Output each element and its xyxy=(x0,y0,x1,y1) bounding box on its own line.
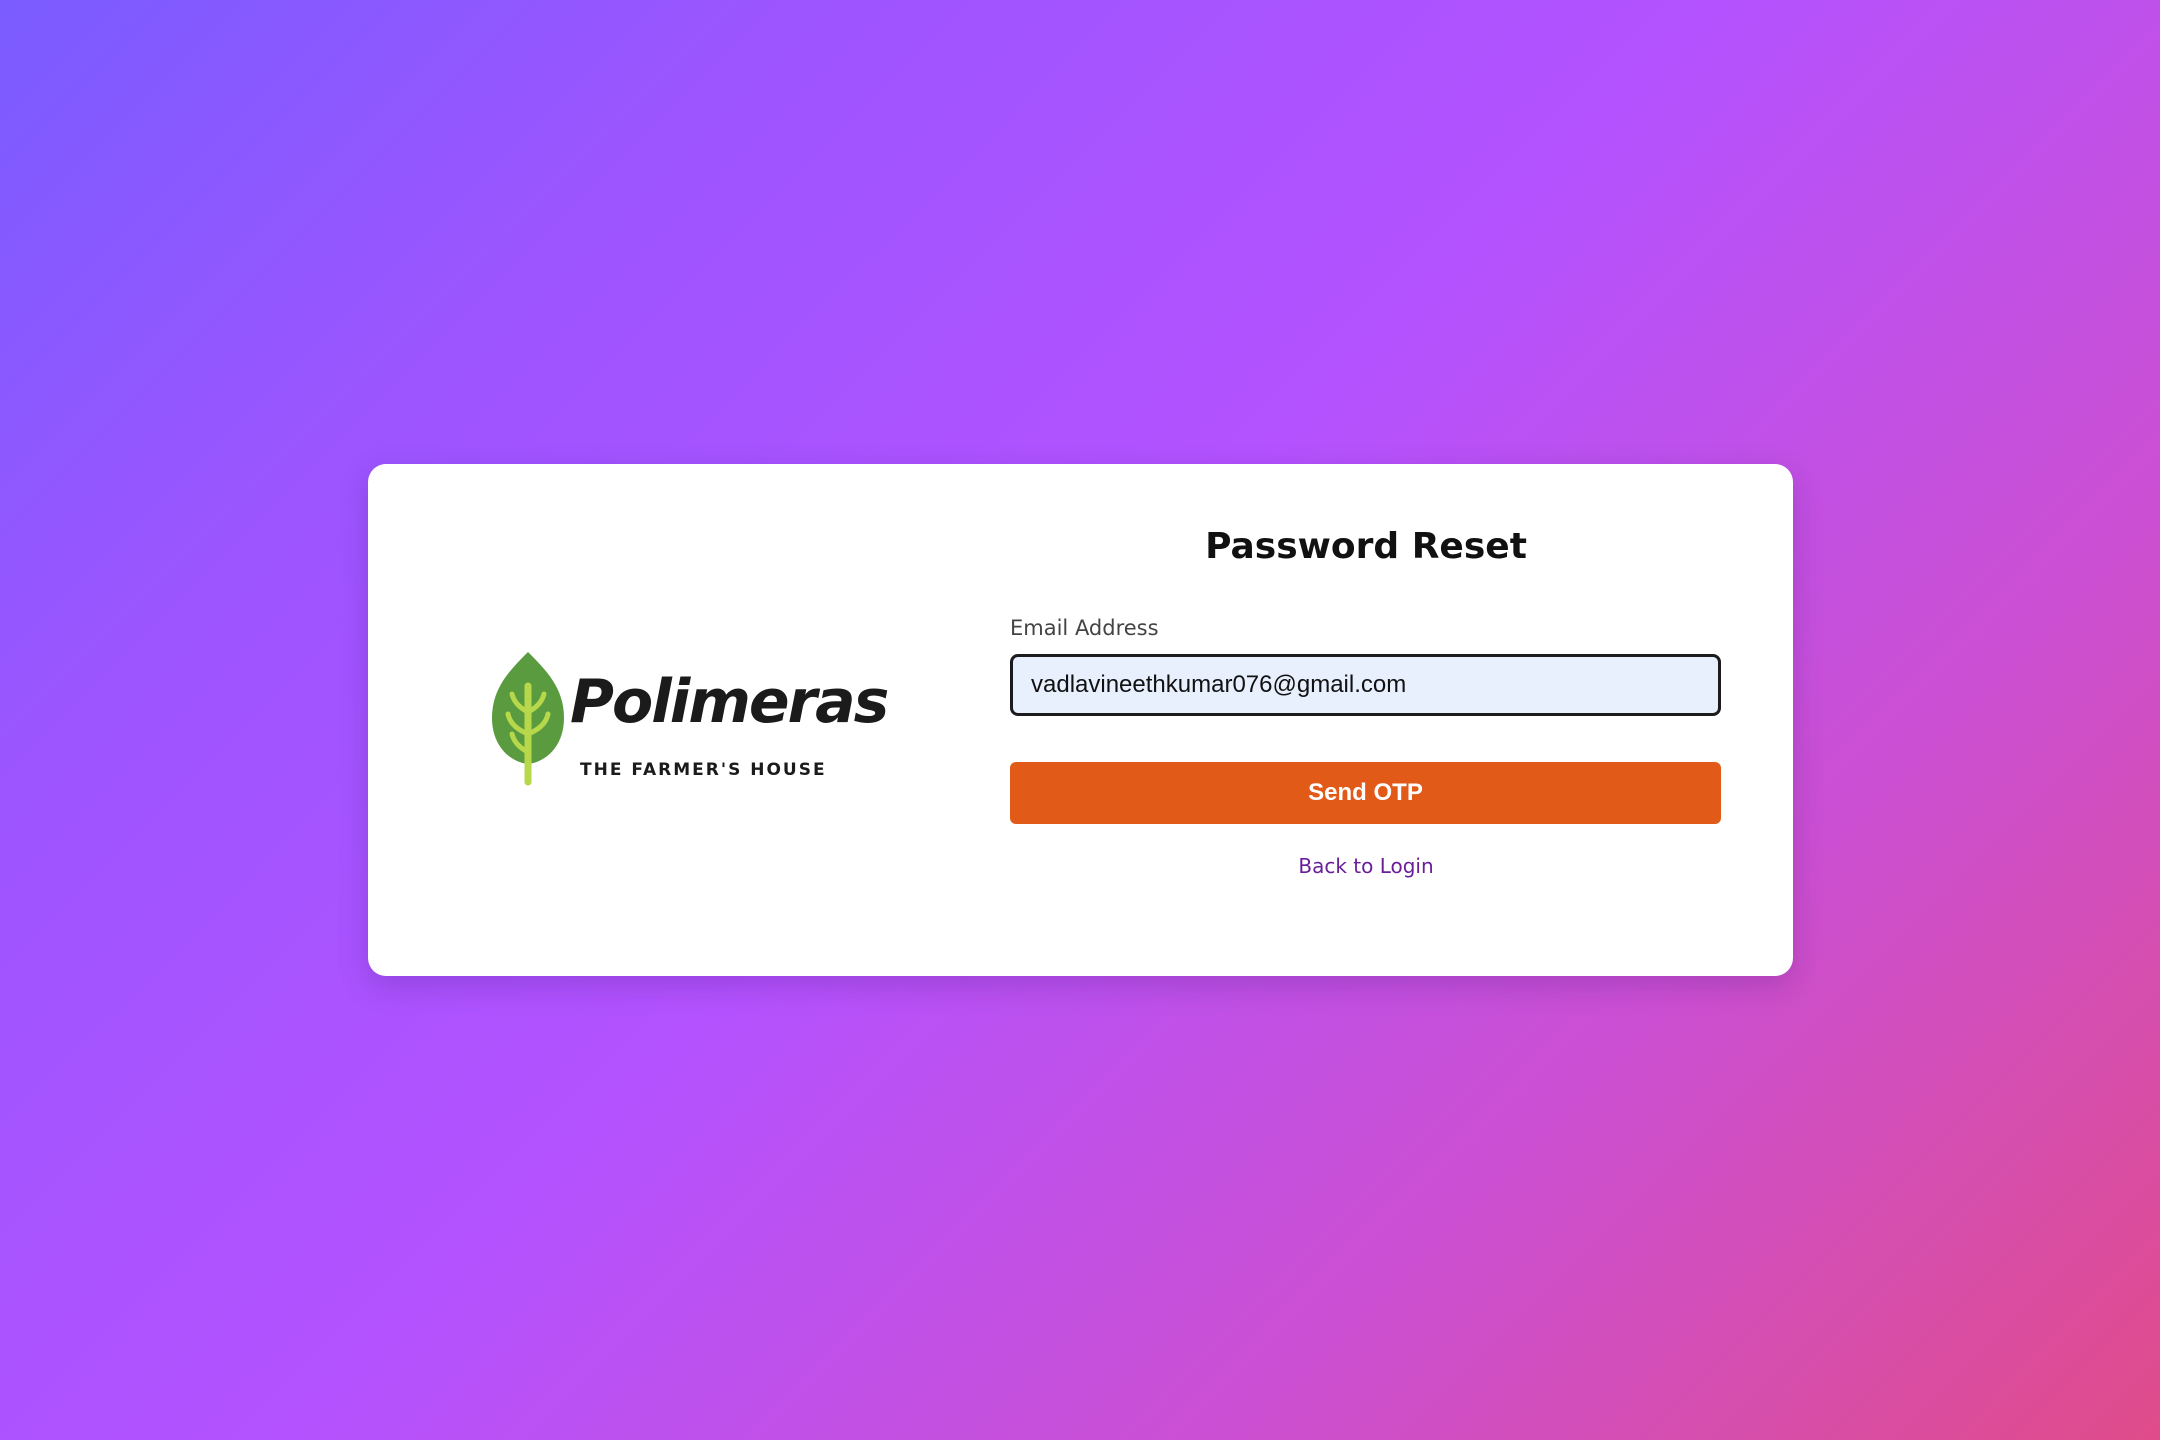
back-to-login-link[interactable]: Back to Login xyxy=(1010,854,1722,878)
brand-tagline: THE FARMER'S HOUSE xyxy=(580,760,827,780)
brand-panel: Polimeras THE FARMER'S HOUSE xyxy=(368,464,1008,976)
send-otp-button[interactable]: Send OTP xyxy=(1010,762,1721,824)
email-field[interactable] xyxy=(1010,654,1721,716)
password-reset-card: Polimeras THE FARMER'S HOUSE Password Re… xyxy=(368,464,1793,976)
email-label: Email Address xyxy=(1010,616,1159,640)
page-title: Password Reset xyxy=(1205,526,1527,567)
leaf-icon xyxy=(490,646,570,800)
brand-name: Polimeras xyxy=(570,667,889,737)
reset-form: Password Reset Email Address Send OTP Ba… xyxy=(1010,464,1722,976)
